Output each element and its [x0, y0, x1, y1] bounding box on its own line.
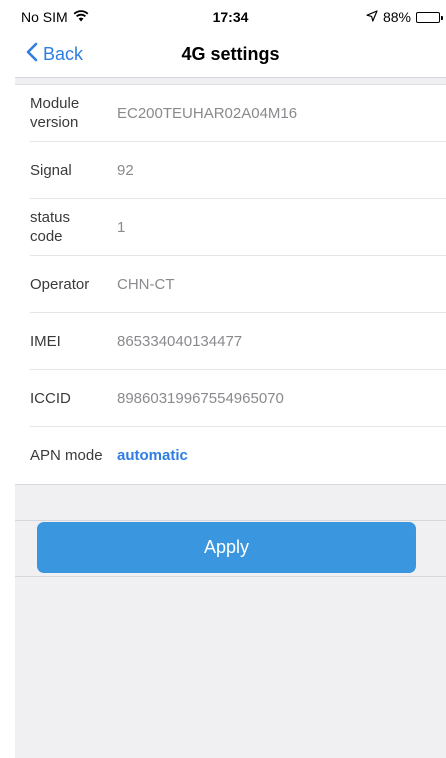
imei-label: IMEI	[30, 332, 61, 350]
status-code-value: 1	[117, 218, 126, 236]
row-module-version: Module version EC200TEUHAR02A04M16	[30, 85, 446, 142]
battery-icon	[416, 11, 443, 23]
module-info-list: Module version EC200TEUHAR02A04M16 Signa…	[15, 84, 446, 485]
operator-value: CHN-CT	[117, 275, 175, 293]
iccid-label: ICCID	[30, 389, 71, 407]
apply-button[interactable]: Apply	[37, 522, 416, 573]
divider	[15, 576, 446, 577]
row-status-code: status code 1	[30, 199, 446, 256]
battery-percent: 88%	[382, 9, 411, 25]
app-screen: No SIM 17:34 88% Back 4G settings Module…	[15, 0, 446, 758]
navigation-bar: Back 4G settings	[15, 36, 446, 78]
iccid-value: 89860319967554965070	[117, 389, 284, 407]
signal-label: Signal	[30, 161, 72, 179]
signal-value: 92	[117, 161, 134, 179]
operator-label: Operator	[30, 275, 90, 293]
apn-mode-label: APN mode	[30, 447, 103, 464]
row-imei: IMEI 865334040134477	[30, 313, 446, 370]
status-bar: No SIM 17:34 88%	[15, 0, 446, 36]
row-iccid: ICCID 89860319967554965070	[30, 370, 446, 427]
apn-mode-selector[interactable]: automatic	[117, 447, 188, 464]
page-title: 4G settings	[181, 44, 280, 64]
location-arrow-icon	[366, 9, 378, 25]
apply-section: Apply	[15, 520, 446, 573]
imei-value: 865334040134477	[117, 332, 243, 350]
module-version-value: EC200TEUHAR02A04M16	[117, 104, 298, 122]
row-operator: Operator CHN-CT	[30, 256, 446, 313]
row-apn-mode[interactable]: APN mode automatic	[30, 427, 446, 484]
row-signal: Signal 92	[30, 142, 446, 199]
battery-status: 88%	[366, 9, 443, 25]
module-version-label: Module version	[30, 95, 80, 131]
status-code-label: status code	[30, 209, 71, 245]
